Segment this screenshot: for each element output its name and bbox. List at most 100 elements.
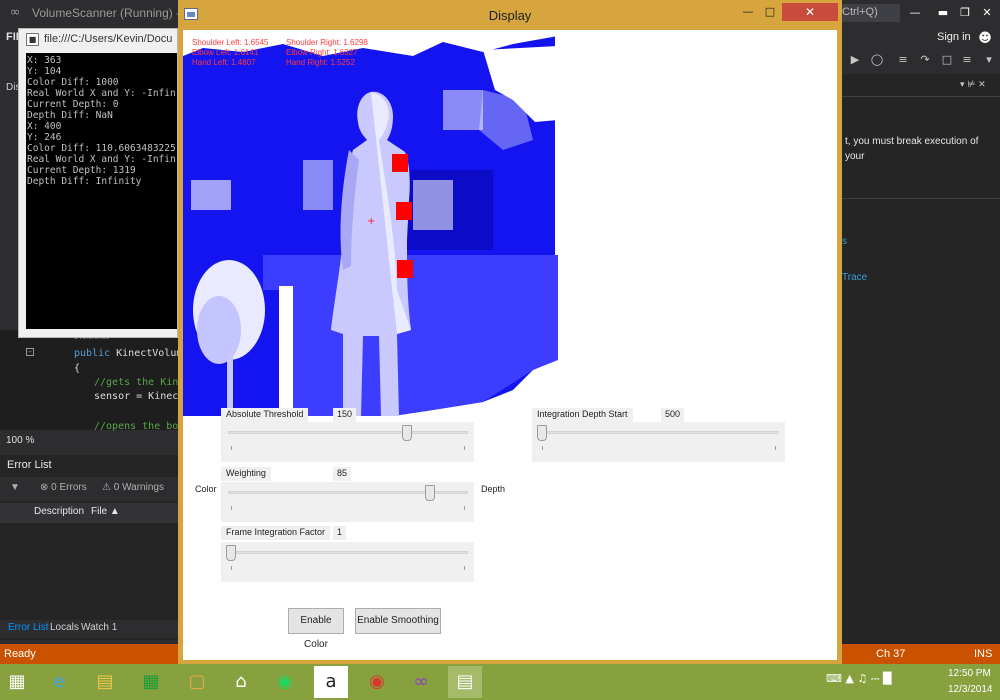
chrome-icon[interactable]: ◉ [360,666,394,698]
console-line: Current Depth: 1319 [27,165,136,176]
tab-error-list[interactable]: Error List [8,622,49,633]
trackbar-ticks [231,506,465,510]
quick-launch-input[interactable]: Ctrl+Q) [838,4,900,22]
column-description[interactable]: Description [34,506,84,517]
sign-in-link[interactable]: Sign in [937,31,971,43]
console-line: Real World X and Y: -Infin [27,88,176,99]
vs-minimize-button[interactable]: ▬ [934,4,952,22]
vs-minimize-button[interactable]: — [906,4,924,22]
right-panel-link[interactable]: s [842,236,847,247]
notes-app-icon[interactable]: ▢ [180,666,214,698]
console-line: Depth Diff: NaN [27,110,113,121]
console-output[interactable]: X: 363 Y: 104 Color Diff: 1000 Real Worl… [26,53,177,329]
center-crosshair-icon: + [367,216,376,227]
frame-integration-factor-trackbar[interactable] [221,542,474,582]
error-list-title: Error List [7,459,52,471]
display-client-area: Shoulder Left: 1.6545 Elbow Left: 1.6141… [183,30,837,660]
weighting-trackbar[interactable] [221,482,474,522]
absolute-threshold-label: Absolute Threshold [221,408,309,422]
display-close-button[interactable]: ✕ [782,3,838,21]
tab-watch-1[interactable]: Watch 1 [81,622,117,633]
excel-icon[interactable]: ▦ [134,666,168,698]
frame-integration-factor-thumb[interactable] [226,545,236,561]
bottom-tabs: Error List Locals Watch 1 [0,620,180,638]
depth-image[interactable]: Shoulder Left: 1.6545 Elbow Left: 1.6141… [183,30,558,416]
collapse-outline-icon[interactable]: – [26,348,34,356]
integration-depth-start-thumb[interactable] [537,425,547,441]
joint-marker-hand [397,260,413,278]
errors-filter-button[interactable]: ⊗ 0 Errors [40,482,87,493]
warnings-filter-button[interactable]: ⚠ 0 Warnings [102,482,164,493]
panel-pin-icon[interactable]: ▾ ⊭ ✕ [960,80,986,90]
error-list-toolbar: ▼ ⊗ 0 Errors ⚠ 0 Warnings [0,477,180,501]
file-explorer-icon[interactable]: ▤ [88,666,122,698]
display-titlebar[interactable]: Display — □ ✕ [178,0,842,30]
vs-restore-button[interactable]: ❐ [956,4,974,22]
column-file-label: File [91,506,108,517]
clock-date[interactable]: 12/3/2014 [948,684,993,695]
console-line: Color Diff: 1000 [27,77,119,88]
code-editor[interactable]: 1 reference public KinectVolumeS { //get… [0,330,196,432]
status-ready: Ready [4,648,36,660]
column-file[interactable]: File ▲ [91,506,120,517]
frame-integration-factor-value: 1 [333,526,347,540]
vs-window-title: VolumeScanner (Running) - M [32,6,194,20]
weighting-thumb[interactable] [424,485,435,501]
display-minimize-button[interactable]: — [738,3,758,21]
trackbar-track [539,431,779,434]
weighting-label: Weighting [221,467,271,481]
toolbar-tool-icon[interactable]: ▶ [848,52,862,68]
amazon-icon[interactable]: a [314,666,348,698]
error-list-panel: Error List ▼ ⊗ 0 Errors ⚠ 0 Warnings Des… [0,455,180,640]
system-tray-icons[interactable]: ⌨ ▲ ♫ ⎓ █ [826,672,891,686]
home-icon[interactable]: ⌂ [224,666,258,698]
status-insert-mode: INS [974,648,993,660]
filter-icon[interactable]: ▼ [10,482,20,493]
code-line: { [74,363,81,374]
display-app-taskbar-icon[interactable]: ▤ [448,666,482,698]
code-line: public KinectVolumeS [74,348,194,359]
clock-time[interactable]: 12:50 PM [948,668,991,679]
joint-elbow-left: Elbow Left: 1.6141 [192,48,259,57]
step-icon[interactable]: ↷ [918,52,932,68]
format-icon[interactable]: ≡ [960,52,974,68]
comment-icon[interactable]: □ [940,52,954,68]
tab-locals[interactable]: Locals [50,622,79,633]
right-panel-trace-link[interactable]: Trace [842,272,867,283]
user-icon[interactable]: ☻ [976,30,994,48]
console-titlebar[interactable]: ■ file:///C:/Users/Kevin/Docu [19,29,177,51]
code-line: sensor = KinectS [94,391,191,402]
joint-hand-right: Hand Right: 1.5252 [286,58,355,67]
console-window[interactable]: ■ file:///C:/Users/Kevin/Docu X: 363 Y: … [18,28,178,338]
joint-shoulder-right: Shoulder Right: 1.6298 [286,38,368,47]
lock-icon[interactable]: ◯ [870,52,884,68]
console-line: X: 400 [27,121,62,132]
console-line: Real World X and Y: -Infin [27,154,176,165]
internet-explorer-icon[interactable]: e [42,666,76,698]
warnings-count: 0 Warnings [113,482,164,493]
joint-marker-elbow [396,202,412,220]
enable-color-button[interactable]: Enable Color [288,608,344,650]
trackbar-track [228,551,468,554]
spotify-icon[interactable]: ◉ [268,666,302,698]
integration-depth-start-trackbar[interactable] [532,422,785,462]
display-window[interactable]: Display — □ ✕ Shoulder Left: 1.6545 Elbo… [178,0,842,666]
trackbar-ticks [231,446,465,450]
trackbar-ticks [231,566,465,570]
display-maximize-button[interactable]: □ [760,3,780,21]
console-line: Y: 104 [27,66,62,77]
joint-elbow-right: Elbow Right: 1.6327 [286,48,358,57]
code-keyword: public [74,348,111,359]
start-button-icon[interactable]: ▦ [0,666,34,698]
joint-hand-left: Hand Left: 1.4807 [192,58,256,67]
zoom-level[interactable]: 100 % [0,432,180,450]
more-icon[interactable]: ▾ [982,52,996,68]
visual-studio-icon[interactable]: ∞ [404,666,438,698]
breakpoints-icon[interactable]: ≡ [896,52,910,68]
weighting-value: 85 [333,467,352,481]
absolute-threshold-thumb[interactable] [401,425,412,441]
enable-smoothing-button[interactable]: Enable Smoothing [355,608,441,634]
panel-divider [842,198,1000,199]
vs-close-button[interactable]: ✕ [978,4,996,22]
absolute-threshold-trackbar[interactable] [221,422,474,462]
